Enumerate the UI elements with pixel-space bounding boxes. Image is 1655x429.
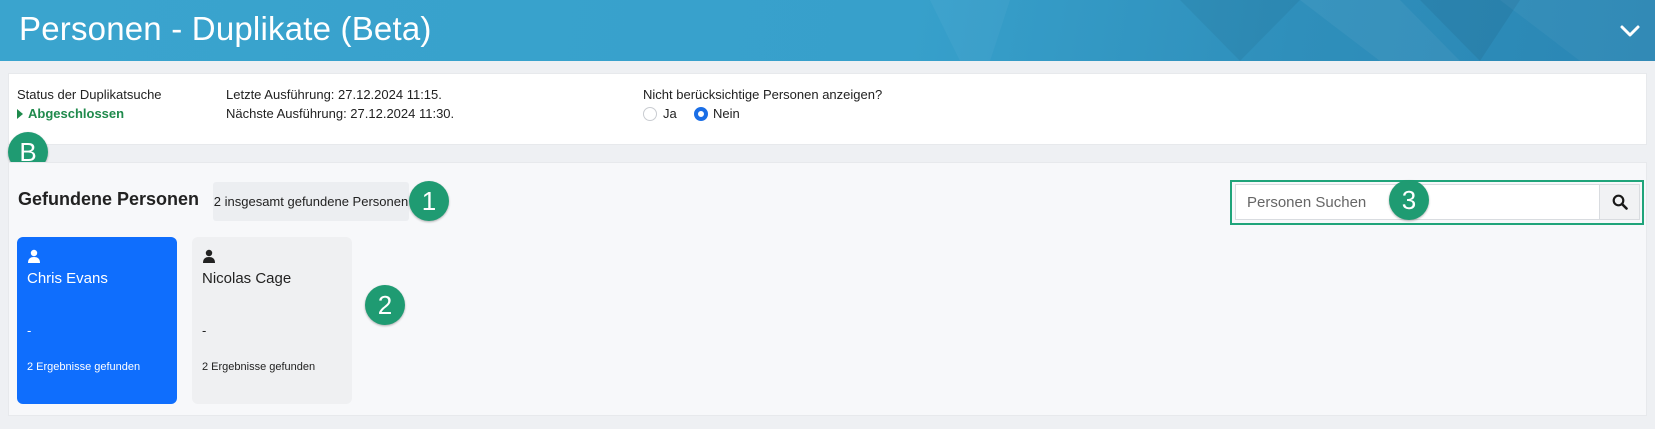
show-excluded-question: Nicht berücksichtige Personen anzeigen?: [643, 87, 883, 102]
count-badge-text: 2 insgesamt gefundene Personen: [213, 194, 409, 209]
person-detail: -: [27, 323, 32, 338]
person-icon: [28, 249, 40, 263]
radio-nein-label[interactable]: Nein: [713, 106, 740, 121]
callout-2: 2: [365, 285, 405, 325]
callout-1: 1: [409, 181, 449, 221]
status-label: Status der Duplikatsuche: [17, 87, 162, 102]
page-title: Personen - Duplikate (Beta): [19, 10, 432, 47]
person-icon: [203, 249, 215, 263]
page-header: Personen - Duplikate (Beta): [0, 0, 1655, 61]
person-results: 2 Ergebnisse gefunden: [202, 361, 316, 373]
found-persons-panel: Gefundene Personen 2 insgesamt gefundene…: [8, 162, 1647, 416]
next-run-text: Nächste Ausführung: 27.12.2024 11:30.: [226, 106, 455, 121]
radio-ja-label[interactable]: Ja: [663, 106, 677, 121]
section-title: Gefundene Personen: [18, 189, 200, 209]
person-detail: -: [202, 323, 207, 338]
person-results: 2 Ergebnisse gefunden: [27, 361, 141, 373]
person-card-chris-evans[interactable]: Chris Evans - 2 Ergebnisse gefunden: [17, 237, 177, 404]
search-icon: [1612, 194, 1628, 210]
radio-ja[interactable]: [643, 107, 657, 121]
person-card-nicolas-cage[interactable]: Nicolas Cage - 2 Ergebnisse gefunden: [192, 237, 352, 404]
triangle-right-icon: [17, 109, 23, 119]
last-run-text: Letzte Ausführung: 27.12.2024 11:15.: [226, 87, 442, 102]
radio-nein[interactable]: [694, 107, 708, 121]
status-value: Abgeschlossen: [17, 106, 124, 121]
status-value-text: Abgeschlossen: [28, 106, 125, 121]
person-name: Chris Evans: [27, 270, 108, 287]
search-status-panel: Status der Duplikatsuche Abgeschlossen L…: [8, 73, 1647, 145]
chevron-down-icon[interactable]: [1619, 22, 1641, 40]
count-badge: 2 insgesamt gefundene Personen: [213, 182, 409, 221]
search-button[interactable]: [1599, 184, 1640, 220]
callout-3: 3: [1389, 180, 1429, 220]
person-name: Nicolas Cage: [202, 270, 292, 287]
